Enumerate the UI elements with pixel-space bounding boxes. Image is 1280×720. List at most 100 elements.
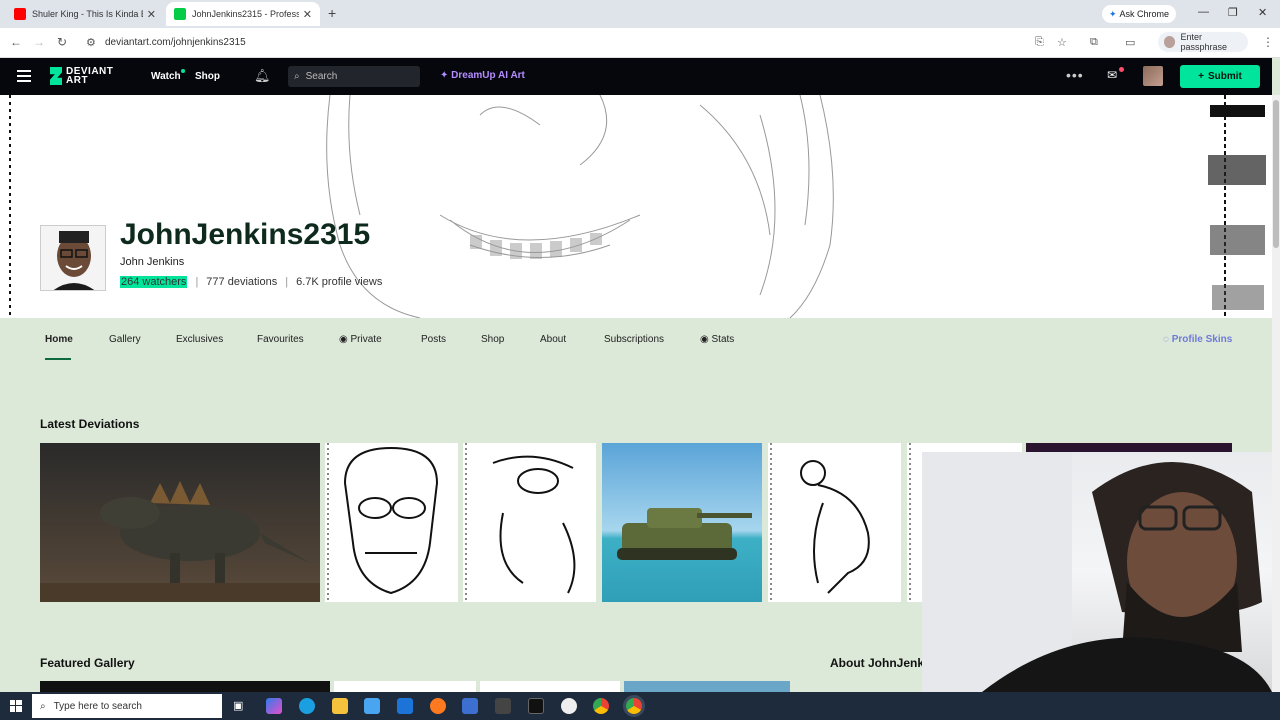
deviation-thumbnail[interactable] (768, 443, 901, 602)
profile-stats: 264 watchers | 777 deviations | 6.7K pro… (120, 276, 382, 288)
tab-stats[interactable]: ◉ Stats (700, 334, 734, 345)
profile-views-count: 6.7K profile views (296, 276, 383, 288)
back-icon[interactable]: ← (10, 35, 22, 49)
firefox-icon[interactable] (430, 698, 446, 714)
obs-icon[interactable] (561, 698, 577, 714)
deviations-count[interactable]: 777 deviations (206, 276, 277, 288)
app-icon[interactable] (495, 698, 511, 714)
mail-notification-dot (1119, 67, 1124, 72)
tab-title: JohnJenkins2315 - Professional (192, 9, 299, 19)
tank-image (617, 508, 752, 560)
webcam-overlay (922, 452, 1272, 692)
deviation-thumbnail[interactable] (40, 443, 320, 602)
tab-title: Shuler King - This Is Kinda Belie (32, 9, 143, 19)
omnibox[interactable]: ⚙ deviantart.com/johnjenkins2315 ⎘ ☆ ⧉ ▭ (80, 32, 1250, 54)
forward-icon[interactable]: → (33, 35, 45, 49)
chrome-active-icon[interactable] (626, 698, 642, 714)
app-icon[interactable] (462, 698, 478, 714)
figure-sketch-image (770, 443, 870, 602)
tab-posts[interactable]: Posts (421, 334, 446, 345)
deviantart-logo-icon (50, 67, 62, 85)
tab-stats-label: Stats (711, 334, 735, 345)
watch-notification-dot (181, 69, 185, 73)
user-avatar[interactable] (1143, 66, 1163, 86)
mail-icon[interactable]: ✉ (1107, 68, 1117, 82)
tab-home[interactable]: Home (45, 334, 73, 345)
tab-shop[interactable]: Shop (481, 334, 504, 345)
watchers-count[interactable]: 264 watchers (120, 276, 188, 288)
submit-label: Submit (1207, 71, 1242, 82)
featured-thumbnail[interactable] (624, 681, 790, 692)
reload-icon[interactable]: ↻ (57, 35, 67, 49)
install-app-icon[interactable]: ⎘ (1035, 36, 1044, 49)
taskbar-search-input[interactable]: ⌕ Type here to search (32, 694, 222, 718)
more-icon[interactable]: ••• (1066, 67, 1084, 83)
mail-app-icon[interactable] (397, 698, 413, 714)
tab-gallery[interactable]: Gallery (109, 334, 141, 345)
chrome-icon[interactable] (593, 698, 609, 714)
profile-photo (41, 226, 105, 290)
tab-private-label: Private (350, 334, 382, 345)
deviantart-icon (174, 8, 186, 20)
menu-icon[interactable] (17, 70, 31, 82)
deviation-thumbnail[interactable] (325, 443, 458, 602)
minimize-icon[interactable]: — (1198, 6, 1209, 18)
copilot-icon[interactable] (266, 698, 282, 714)
browser-tab-youtube[interactable]: Shuler King - This Is Kinda Belie ✕ (6, 2, 164, 26)
extensions-icon[interactable]: ⧉ (1090, 36, 1098, 49)
submit-button[interactable]: + Submit (1180, 65, 1260, 88)
profile-skins-link[interactable]: ◌ Profile Skins (1163, 334, 1232, 345)
dreamup-label: DreamUp AI Art (451, 70, 525, 81)
featured-thumbnail[interactable] (40, 681, 330, 692)
tab-private[interactable]: ◉ Private (339, 334, 382, 345)
active-tab-indicator (45, 358, 71, 360)
terminal-icon[interactable] (528, 698, 544, 714)
dinosaur-image (40, 481, 320, 602)
browser-tab-deviantart[interactable]: JohnJenkins2315 - Professional ✕ (166, 2, 320, 26)
deviation-thumbnail[interactable] (602, 443, 762, 602)
task-view-icon[interactable]: ▣ (233, 699, 249, 715)
scrollbar-thumb[interactable] (1273, 100, 1279, 248)
site-info-icon[interactable]: ⚙ (86, 36, 96, 49)
profile-skins-label: Profile Skins (1171, 334, 1233, 345)
profile-avatar[interactable] (40, 225, 106, 291)
tab-exclusives[interactable]: Exclusives (176, 334, 223, 345)
tab-about[interactable]: About (540, 334, 566, 345)
edge-icon[interactable] (299, 698, 315, 714)
close-tab-icon[interactable]: ✕ (147, 8, 156, 21)
tab-subscriptions[interactable]: Subscriptions (604, 334, 664, 345)
tab-favourites[interactable]: Favourites (257, 334, 304, 345)
windows-start-icon[interactable] (10, 700, 22, 712)
watch-link[interactable]: Watch (151, 71, 181, 82)
shop-link[interactable]: Shop (195, 71, 220, 82)
dreamup-link[interactable]: ✦ DreamUp AI Art (440, 70, 525, 81)
windows-taskbar: ⌕ Type here to search ▣ (0, 692, 1280, 720)
webcam-person-image (922, 452, 1272, 692)
eye-icon: ◉ (700, 334, 709, 345)
search-placeholder: Search (305, 71, 338, 82)
close-tab-icon[interactable]: ✕ (303, 8, 312, 21)
deviantart-logo[interactable]: DEVIANT ART (50, 67, 113, 86)
new-tab-icon[interactable]: + (328, 5, 336, 21)
search-icon: ⌕ (40, 700, 46, 712)
close-window-icon[interactable]: ✕ (1258, 6, 1267, 19)
search-input[interactable]: ⌕ Search (288, 66, 420, 87)
taskbar-search-placeholder: Type here to search (53, 700, 142, 712)
enter-passphrase-button[interactable]: Enter passphrase (1158, 32, 1248, 52)
plus-icon: + (1198, 71, 1204, 82)
bell-icon[interactable]: 🔔︎ (254, 68, 271, 84)
deviation-thumbnail[interactable] (463, 443, 596, 602)
address-bar: ← → ↻ ⚙ deviantart.com/johnjenkins2315 ⎘… (0, 28, 1280, 58)
store-icon[interactable] (364, 698, 380, 714)
chrome-menu-icon[interactable]: ⋮ (1262, 35, 1274, 49)
cast-icon[interactable]: ▭ (1125, 36, 1135, 49)
divider: | (195, 276, 199, 288)
featured-thumbnail[interactable] (334, 681, 476, 692)
restore-icon[interactable]: ❐ (1228, 6, 1238, 19)
eye-icon: ◉ (339, 334, 348, 345)
file-explorer-icon[interactable] (332, 698, 348, 714)
divider: | (285, 276, 289, 288)
featured-thumbnail[interactable] (480, 681, 620, 692)
ask-chrome-button[interactable]: ✦ Ask Chrome (1102, 5, 1176, 23)
bookmark-star-icon[interactable]: ☆ (1057, 36, 1067, 49)
